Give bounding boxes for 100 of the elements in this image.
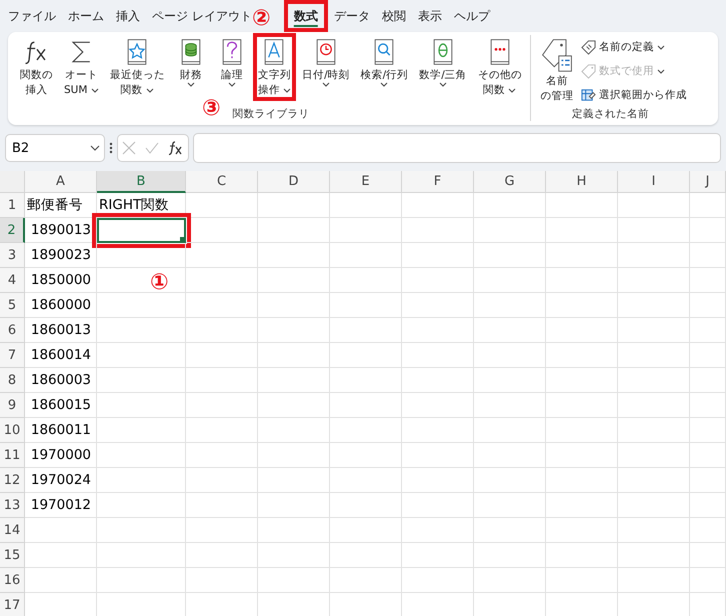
table-cell: [186, 293, 258, 318]
group-title: 定義された名前: [572, 107, 649, 121]
column-header[interactable]: J: [690, 171, 726, 193]
name-box[interactable]: B2: [5, 134, 105, 162]
row-header[interactable]: 12: [0, 468, 25, 493]
ribbon-button[interactable]: 検索/行列: [356, 33, 414, 91]
table-cell: [186, 568, 258, 593]
table-cell: 1890013: [25, 218, 97, 243]
row-header[interactable]: 4: [0, 268, 25, 293]
table-cell: [618, 518, 690, 543]
table-cell: [330, 518, 402, 543]
ribbon-button[interactable]: 関数の 挿入: [15, 33, 58, 101]
ribbon-tab[interactable]: 校閲: [376, 4, 412, 28]
table-cell: [330, 443, 402, 468]
column-header[interactable]: I: [618, 171, 690, 193]
row-header[interactable]: 15: [0, 543, 25, 568]
column-header[interactable]: G: [474, 171, 546, 193]
table-cell: [402, 218, 474, 243]
ribbon-tab[interactable]: ホーム: [62, 4, 110, 28]
ribbon-button[interactable]: 数学/三角: [414, 33, 472, 91]
table-cell: 1970024: [25, 468, 97, 493]
table-cell: [618, 243, 690, 268]
function-icon[interactable]: [168, 140, 184, 156]
ribbon-tab[interactable]: ヘルプ: [448, 4, 496, 28]
row-header[interactable]: 16: [0, 568, 25, 593]
row-header[interactable]: 13: [0, 493, 25, 518]
table-cell: [258, 268, 330, 293]
ribbon-button[interactable]: その他の 関数: [472, 33, 527, 101]
table-cell: 1860013: [25, 318, 97, 343]
row-header[interactable]: 2: [0, 218, 25, 243]
table-cell: [474, 218, 546, 243]
table-cell: [402, 293, 474, 318]
table-cell: [402, 418, 474, 443]
column-header[interactable]: F: [402, 171, 474, 193]
check-icon[interactable]: [144, 141, 159, 155]
column-header[interactable]: C: [186, 171, 258, 193]
formula-input[interactable]: [193, 133, 721, 163]
table-cell: [258, 343, 330, 368]
table-cell: [330, 268, 402, 293]
row-header[interactable]: 1: [0, 193, 25, 218]
row-header[interactable]: 11: [0, 443, 25, 468]
ribbon-button[interactable]: 最近使った 関数: [104, 33, 170, 101]
row-header[interactable]: 14: [0, 518, 25, 543]
table-cell: [402, 193, 474, 218]
fill-handle[interactable]: [180, 237, 185, 242]
table-cell: [258, 418, 330, 443]
table-cell: [546, 368, 618, 393]
table-cell: [690, 418, 726, 443]
tag-icon: [580, 64, 596, 78]
table-cell: [258, 193, 330, 218]
ribbon-button[interactable]: 名前 の管理: [534, 33, 580, 107]
table-cell: [690, 293, 726, 318]
ribbon-tab[interactable]: 挿入: [110, 4, 146, 28]
table-cell: [186, 518, 258, 543]
table-cell: [546, 468, 618, 493]
table-cell: 1860011: [25, 418, 97, 443]
table-cell: [618, 293, 690, 318]
column-header[interactable]: B: [97, 171, 186, 193]
ribbon-tab[interactable]: ファイル: [2, 4, 62, 28]
row-header[interactable]: 9: [0, 393, 25, 418]
table-cell: [618, 568, 690, 593]
ribbon-button[interactable]: オート SUM: [59, 33, 104, 101]
column-header[interactable]: E: [330, 171, 402, 193]
row-header[interactable]: 7: [0, 343, 25, 368]
more-icon[interactable]: [109, 142, 113, 154]
row-header[interactable]: 5: [0, 293, 25, 318]
ribbon-button[interactable]: 日付/時刻: [297, 33, 355, 91]
table-cell: [690, 243, 726, 268]
row-header[interactable]: 6: [0, 318, 25, 343]
table-cell: [618, 268, 690, 293]
column-header[interactable]: D: [258, 171, 330, 193]
column-header[interactable]: H: [546, 171, 618, 193]
ribbon-button[interactable]: 文字列 操作: [252, 33, 296, 101]
ribbon-small-button[interactable]: 選択範囲から作成: [580, 84, 687, 106]
table-cell: [618, 468, 690, 493]
table-cell: [258, 293, 330, 318]
table-cell: 1850000: [25, 268, 97, 293]
table-cell: [186, 193, 258, 218]
table-cell: [258, 218, 330, 243]
row-header[interactable]: 3: [0, 243, 25, 268]
table-cell: [618, 443, 690, 468]
table-cell: [25, 568, 97, 593]
table-cell: [546, 493, 618, 518]
row-header[interactable]: 10: [0, 418, 25, 443]
column-header[interactable]: A: [25, 171, 97, 193]
row-header[interactable]: 17: [0, 593, 25, 616]
table-cell: [690, 318, 726, 343]
ribbon-small-button[interactable]: 名前の定義: [580, 36, 687, 58]
table-cell: 1860015: [25, 393, 97, 418]
table-cell: [474, 318, 546, 343]
ribbon-button[interactable]: 財務: [170, 33, 211, 91]
ribbon-tab[interactable]: 表示: [412, 4, 448, 28]
close-icon[interactable]: [122, 141, 136, 155]
table-cell: [546, 243, 618, 268]
row-header[interactable]: 8: [0, 368, 25, 393]
table-cell: [402, 518, 474, 543]
table-cell: [546, 418, 618, 443]
select-all-corner[interactable]: [0, 171, 25, 193]
ribbon-button[interactable]: 論理: [212, 33, 252, 91]
ribbon-tab[interactable]: データ: [328, 4, 376, 28]
